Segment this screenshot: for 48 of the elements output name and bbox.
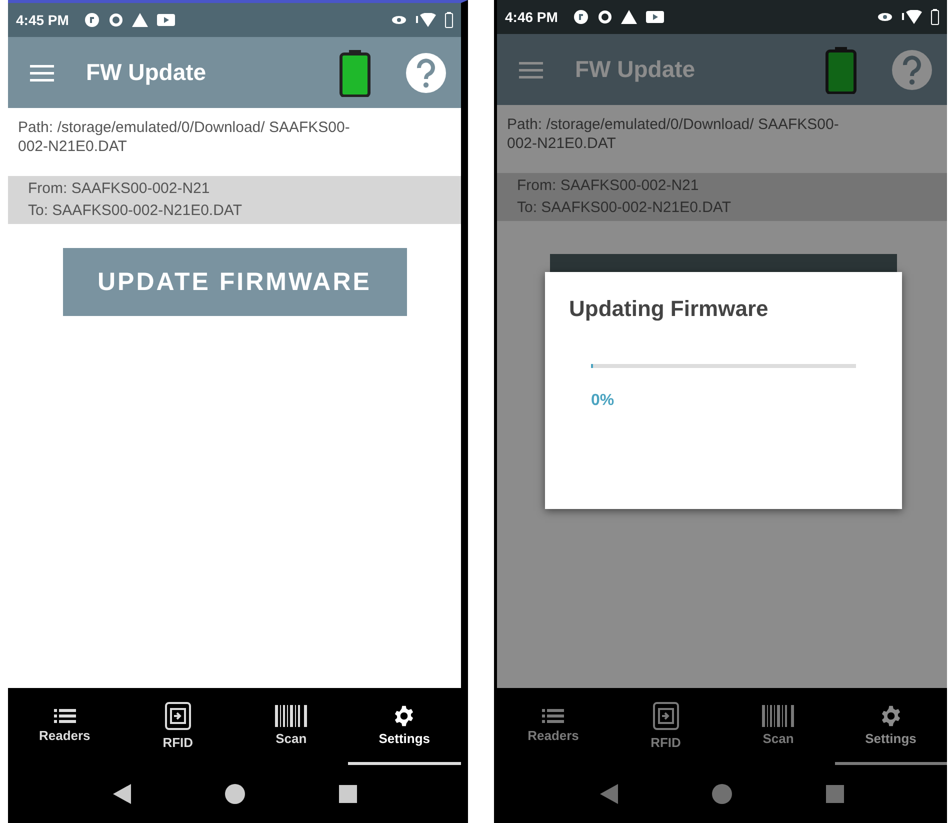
to-version-text: To: SAAFKS00-002-N21E0.DAT xyxy=(517,198,732,218)
from-version-text: From: SAAFKS00-002-N21 xyxy=(28,179,211,199)
video-icon xyxy=(156,14,175,26)
from-version-text: From: SAAFKS00-002-N21 xyxy=(517,176,700,196)
barcode-icon xyxy=(762,704,794,726)
to-version-text: To: SAAFKS00-002-N21E0.DAT xyxy=(28,201,243,221)
nav-tab[interactable]: Scan xyxy=(234,688,348,765)
nav-tab[interactable]: Scan xyxy=(722,688,834,765)
video-icon xyxy=(646,11,664,23)
eye-icon xyxy=(877,12,893,22)
barcode-icon xyxy=(275,704,308,726)
recents-icon[interactable] xyxy=(338,785,356,803)
dialog-title: Updating Firmware xyxy=(569,296,770,322)
list-icon xyxy=(542,708,564,724)
settings-icon xyxy=(393,704,416,726)
warning-icon xyxy=(132,13,148,27)
menu-icon[interactable] xyxy=(519,60,543,78)
update-firmware-button[interactable]: UPDATE FIRMWARE xyxy=(62,248,406,316)
wifi-icon xyxy=(416,13,436,27)
warning-icon xyxy=(620,10,637,24)
battery-icon xyxy=(445,12,453,28)
status-time: 4:45 PM xyxy=(16,12,69,28)
home-icon[interactable] xyxy=(224,784,244,804)
rfid-tag-icon xyxy=(164,700,192,730)
battery-icon xyxy=(825,46,857,94)
eye-icon xyxy=(391,15,407,25)
list-icon xyxy=(54,708,76,724)
status-time: 4:46 PM xyxy=(505,9,558,25)
progress-percent: 0% xyxy=(591,392,616,410)
file-path-text: Path: /storage/emulated/0/Download/ SAAFKS00-002-N21E0.DAT xyxy=(17,118,351,156)
screen-title: FW Update xyxy=(575,56,696,83)
help-icon[interactable] xyxy=(891,48,933,90)
notification-icon xyxy=(84,12,100,28)
battery-icon xyxy=(931,9,939,25)
screen-title: FW Update xyxy=(86,59,208,86)
nav-tab[interactable]: Readers xyxy=(497,688,610,765)
wifi-icon xyxy=(902,10,922,24)
nav-tab[interactable]: Readers xyxy=(8,688,122,765)
battery-icon xyxy=(339,48,371,96)
rfid-tag-icon xyxy=(652,700,680,730)
back-icon[interactable] xyxy=(112,784,130,804)
nav-tab[interactable]: RFID xyxy=(610,688,722,765)
menu-icon[interactable] xyxy=(30,64,54,82)
settings-icon xyxy=(880,704,902,726)
notification-icon xyxy=(572,9,589,25)
file-path-text: Path: /storage/emulated/0/Download/ SAAFKS00-002-N21E0.DAT xyxy=(506,115,840,153)
nav-tab[interactable]: RFID xyxy=(121,688,234,765)
help-icon[interactable] xyxy=(405,52,447,94)
